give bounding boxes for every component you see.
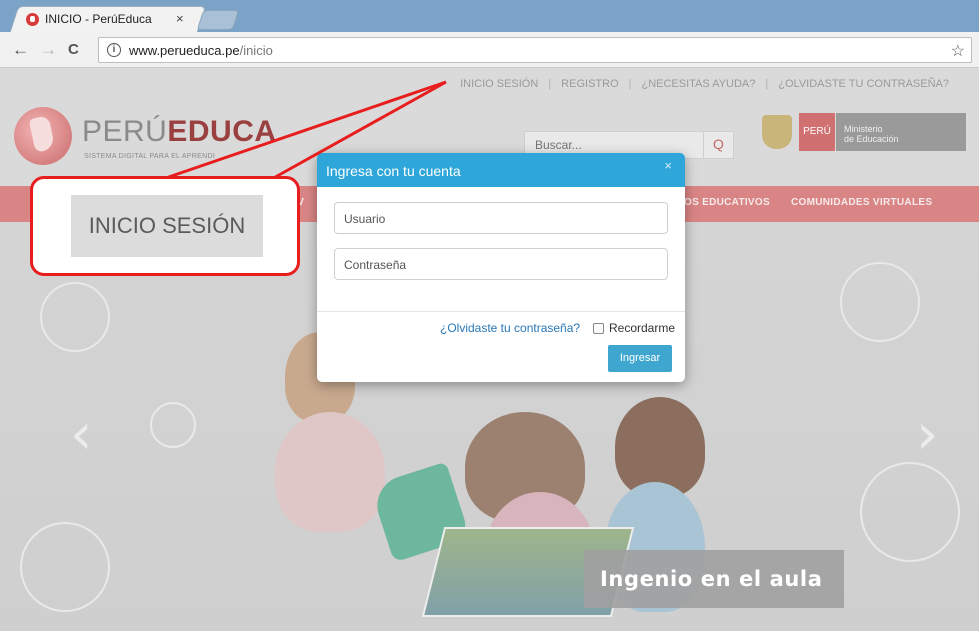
bookmark-star-icon[interactable]: ☆ bbox=[951, 41, 965, 61]
logo-bold: EDUCA bbox=[167, 115, 277, 148]
sketch-decoration bbox=[40, 282, 110, 352]
ministry-line2: de Educación bbox=[844, 134, 899, 144]
url-host: www.perueduca.pe bbox=[129, 43, 240, 58]
username-field[interactable]: Usuario bbox=[334, 202, 668, 234]
logo-subtitle: SISTEMA DIGITAL PARA EL APRENDI bbox=[84, 153, 216, 160]
government-branding: PERÚ Ministerio de Educación bbox=[762, 109, 966, 153]
hero-caption: Ingenio en el aula bbox=[584, 550, 844, 608]
forward-icon[interactable]: → bbox=[40, 41, 57, 59]
sketch-decoration bbox=[840, 262, 920, 342]
favicon-icon bbox=[26, 12, 39, 26]
address-bar[interactable]: i www.perueduca.pe/inicio ☆ bbox=[98, 37, 972, 63]
url-text: www.perueduca.pe/inicio bbox=[129, 43, 273, 58]
register-link[interactable]: REGISTRO bbox=[561, 78, 618, 90]
tab-title: INICIO - PerúEduca bbox=[45, 12, 152, 26]
password-field[interactable]: Contraseña bbox=[334, 248, 668, 280]
perueduca-logo[interactable]: PERÚEDUCA SISTEMA DIGITAL PARA EL APREND… bbox=[14, 107, 276, 167]
logo-wordmark: PERÚEDUCA bbox=[82, 115, 277, 149]
logo-light: PERÚ bbox=[82, 115, 168, 148]
child-figure bbox=[275, 412, 385, 532]
remember-checkbox[interactable] bbox=[593, 323, 604, 334]
help-link[interactable]: ¿NECESITAS AYUDA? bbox=[641, 78, 755, 90]
callout-box: INICIO SESIÓN bbox=[30, 176, 300, 276]
coat-of-arms-icon bbox=[762, 115, 792, 149]
peru-tag: PERÚ bbox=[799, 113, 835, 151]
ministry-tag: Ministerio de Educación bbox=[836, 113, 966, 151]
modal-header: Ingresa con tu cuenta × bbox=[317, 153, 685, 187]
separator: | bbox=[765, 78, 769, 90]
modal-divider bbox=[317, 311, 685, 312]
ministry-line1: Ministerio bbox=[844, 124, 883, 134]
sketch-decoration bbox=[20, 522, 110, 612]
reload-icon[interactable]: C bbox=[68, 41, 79, 59]
separator: | bbox=[628, 78, 632, 90]
browser-toolbar: ← → C i www.perueduca.pe/inicio ☆ bbox=[0, 32, 979, 68]
new-tab-button[interactable] bbox=[196, 10, 240, 30]
tab-close-icon[interactable]: × bbox=[176, 11, 184, 26]
nav-item-communities[interactable]: COMUNIDADES VIRTUALES bbox=[791, 197, 932, 208]
sketch-decoration bbox=[150, 402, 196, 448]
remember-label[interactable]: Recordarme bbox=[609, 321, 675, 335]
peru-map-icon bbox=[14, 107, 72, 165]
carousel-next-icon[interactable]: › bbox=[916, 402, 938, 467]
sketch-decoration bbox=[860, 462, 960, 562]
nav-item-resources[interactable]: OS EDUCATIVOS bbox=[684, 197, 770, 208]
login-link[interactable]: INICIO SESIÓN bbox=[460, 78, 538, 90]
search-icon[interactable]: Q bbox=[703, 132, 733, 158]
info-icon[interactable]: i bbox=[107, 43, 121, 57]
browser-tab-content[interactable]: INICIO - PerúEduca bbox=[26, 10, 152, 28]
browser-tab-bar: INICIO - PerúEduca × bbox=[0, 0, 979, 32]
close-icon[interactable]: × bbox=[664, 158, 672, 173]
callout-label: INICIO SESIÓN bbox=[71, 195, 263, 257]
url-path: /inicio bbox=[239, 43, 273, 58]
forgot-password-link[interactable]: ¿OLVIDASTE TU CONTRASEÑA? bbox=[778, 78, 949, 90]
modal-title: Ingresa con tu cuenta bbox=[326, 163, 461, 179]
carousel-prev-icon[interactable]: ‹ bbox=[70, 402, 92, 467]
forgot-password-link[interactable]: ¿Olvidaste tu contraseña? bbox=[440, 321, 580, 335]
separator: | bbox=[548, 78, 552, 90]
top-links: INICIO SESIÓN | REGISTRO | ¿NECESITAS AY… bbox=[0, 69, 979, 99]
login-modal: Ingresa con tu cuenta × Usuario Contrase… bbox=[317, 153, 685, 382]
login-button[interactable]: Ingresar bbox=[608, 345, 672, 372]
back-icon[interactable]: ← bbox=[12, 41, 29, 59]
